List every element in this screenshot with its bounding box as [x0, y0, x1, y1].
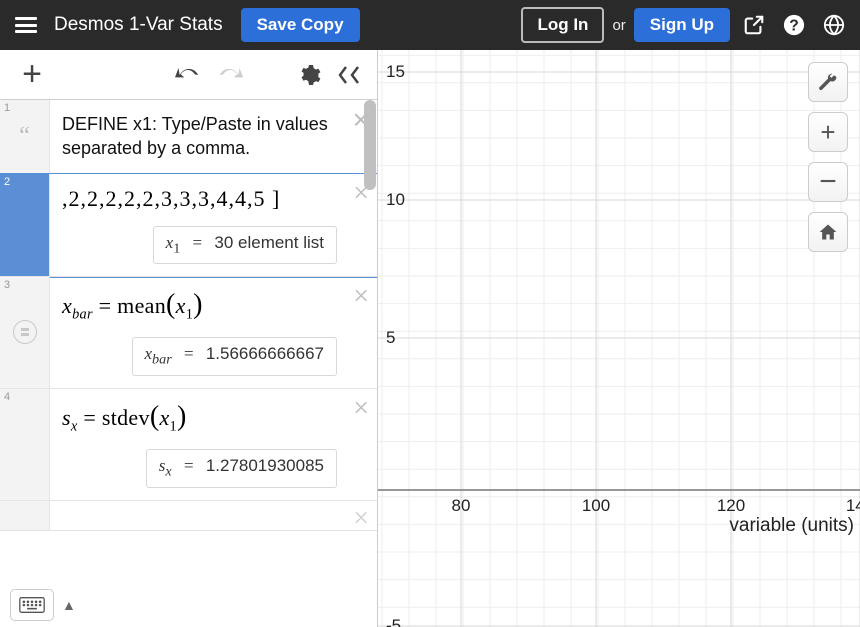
x-tick-label: 100 — [582, 496, 610, 516]
hamburger-icon — [15, 17, 37, 33]
undo-button[interactable] — [169, 55, 209, 95]
expression-math: xbar = mean(x1) — [62, 293, 203, 318]
page-title: Desmos 1-Var Stats — [54, 14, 223, 36]
minus-icon: − — [819, 165, 837, 199]
x-tick-label: 140 — [846, 496, 860, 516]
expression-panel: + 1 — [0, 50, 378, 627]
header-left: Desmos 1-Var Stats Save Copy — [8, 7, 360, 43]
graph-settings-button[interactable] — [808, 62, 848, 102]
row-gutter[interactable]: 1 “ — [0, 100, 50, 173]
graph-grid — [378, 50, 860, 627]
item-icon — [13, 320, 37, 344]
add-expression-button[interactable]: + — [8, 55, 56, 95]
expression-toolbar: + — [0, 50, 377, 100]
zoom-out-button[interactable]: − — [808, 162, 848, 202]
redo-button[interactable] — [209, 55, 249, 95]
svg-text:?: ? — [789, 18, 799, 35]
y-tick-label: 5 — [386, 328, 395, 348]
expression-list: 1 “ × DEFINE x1: Type/Paste in values se… — [0, 100, 377, 627]
row-index: 3 — [4, 279, 10, 291]
home-icon — [818, 222, 838, 242]
keyboard-button[interactable] — [10, 589, 54, 621]
row-content[interactable]: × sx = stdev(x1) sx = 1.27801930085 — [50, 389, 377, 500]
collapse-panel-button[interactable] — [329, 55, 369, 95]
expression-row: 3 × xbar = mean(x1) xbar = 1.56666666667 — [0, 277, 377, 389]
expression-row: × — [0, 501, 377, 531]
row-index: 2 — [4, 176, 10, 188]
caret-up-icon[interactable]: ▲ — [62, 597, 76, 613]
x-tick-label: 80 — [452, 496, 471, 516]
header-icons: ? — [736, 7, 852, 43]
result-chip: xbar = 1.56666666667 — [132, 337, 338, 375]
expression-math: sx = stdev(x1) — [62, 405, 187, 430]
x-tick-label: 120 — [717, 496, 745, 516]
y-tick-label: 15 — [386, 62, 405, 82]
plus-icon: + — [820, 117, 835, 148]
undo-icon — [175, 65, 203, 85]
scrollbar[interactable] — [363, 100, 377, 627]
help-icon: ? — [783, 14, 805, 36]
redo-icon — [215, 65, 243, 85]
x-axis-label: variable (units) — [729, 515, 854, 537]
gear-icon — [297, 63, 321, 87]
share-icon — [743, 14, 765, 36]
row-gutter[interactable]: 3 — [0, 277, 50, 388]
list-input[interactable]: ,2,2,2,2,2,3,3,3,4,4,5 ] — [62, 186, 337, 212]
y-tick-label: -5 — [386, 616, 401, 627]
row-content[interactable]: × DEFINE x1: Type/Paste in values separa… — [50, 100, 377, 173]
scrollbar-thumb[interactable] — [364, 100, 376, 190]
row-gutter[interactable]: 4 — [0, 389, 50, 500]
graph-tools: + − — [808, 62, 848, 252]
expression-row: 4 × sx = stdev(x1) sx = 1.27801930085 — [0, 389, 377, 501]
y-tick-label: 10 — [386, 190, 405, 210]
keyboard-icon — [19, 596, 45, 614]
home-button[interactable] — [808, 212, 848, 252]
row-content[interactable]: × xbar = mean(x1) xbar = 1.56666666667 — [50, 277, 377, 388]
row-content[interactable]: × — [50, 501, 377, 530]
share-button[interactable] — [736, 7, 772, 43]
row-content[interactable]: × ,2,2,2,2,2,3,3,3,4,4,5 ] x1 = 30 eleme… — [50, 174, 377, 276]
result-chip: x1 = 30 element list — [153, 226, 337, 264]
signup-button[interactable]: Sign Up — [634, 8, 730, 42]
note-text: DEFINE x1: Type/Paste in values separate… — [62, 112, 337, 161]
keyboard-bar: ▲ — [10, 589, 76, 621]
row-index: 4 — [4, 391, 10, 403]
expression-row: 2 × ,2,2,2,2,2,3,3,3,4,4,5 ] x1 = 30 ele… — [0, 174, 377, 277]
globe-icon — [823, 14, 845, 36]
settings-button[interactable] — [289, 55, 329, 95]
menu-button[interactable] — [8, 7, 44, 43]
app-header: Desmos 1-Var Stats Save Copy Log In or S… — [0, 0, 860, 50]
save-copy-button[interactable]: Save Copy — [241, 8, 360, 42]
wrench-icon — [818, 72, 838, 92]
graph-area[interactable]: variable (units) + − 80 100 120 140 15 10 5 -5 — [378, 50, 860, 627]
row-gutter[interactable] — [0, 501, 50, 530]
chevron-left-double-icon — [337, 64, 361, 86]
expression-row: 1 “ × DEFINE x1: Type/Paste in values se… — [0, 100, 377, 174]
result-chip: sx = 1.27801930085 — [146, 449, 337, 487]
row-gutter[interactable]: 2 — [0, 174, 50, 276]
or-label: or — [612, 17, 625, 34]
language-button[interactable] — [816, 7, 852, 43]
help-button[interactable]: ? — [776, 7, 812, 43]
login-button[interactable]: Log In — [521, 7, 604, 43]
zoom-in-button[interactable]: + — [808, 112, 848, 152]
row-index: 1 — [4, 102, 10, 114]
